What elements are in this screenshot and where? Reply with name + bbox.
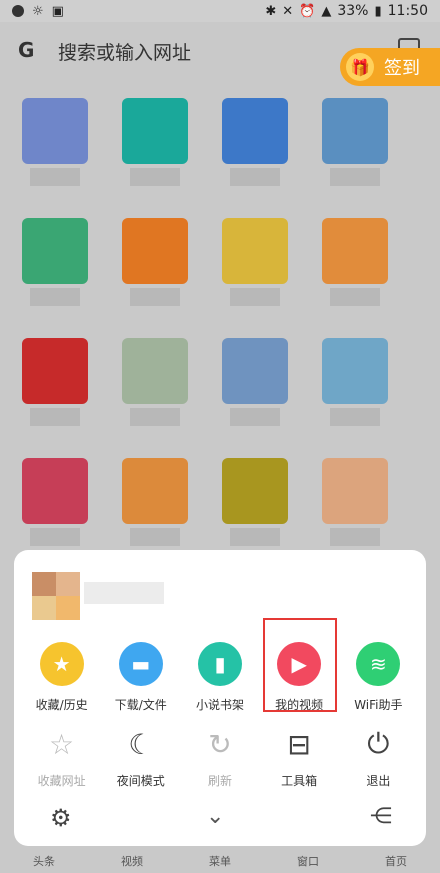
menu-item-downloads-files[interactable]: ▬ 下载/文件 <box>105 642 177 713</box>
shortcut-icon <box>122 218 188 284</box>
shortcut-tile[interactable] <box>222 338 288 428</box>
shortcut-label-placeholder <box>330 528 380 546</box>
shortcut-tile[interactable] <box>22 218 88 308</box>
menu-item-favorites-history[interactable]: ★ 收藏/历史 <box>26 642 98 713</box>
menu-footer: ⚙ ⌄ ⋲ <box>14 804 426 836</box>
menu-item-bookmark-url[interactable]: ☆ 收藏网址 <box>26 726 98 789</box>
shortcut-label-placeholder <box>30 528 80 546</box>
shortcut-label-placeholder <box>130 288 180 306</box>
chevron-down-icon[interactable]: ⌄ <box>206 804 224 829</box>
menu-item-refresh[interactable]: ↻ 刷新 <box>184 726 256 789</box>
shortcut-tile[interactable] <box>122 338 188 428</box>
shortcut-label-placeholder <box>230 168 280 186</box>
shortcut-label-placeholder <box>30 408 80 426</box>
folder-icon: ▬ <box>118 642 163 686</box>
shortcut-icon <box>322 98 388 164</box>
shortcut-icon <box>22 218 88 284</box>
shortcut-tile[interactable] <box>22 98 88 188</box>
power-icon: ⏻ <box>367 727 390 760</box>
bottom-nav: 头条 视频 菜单 窗口 首页 <box>0 848 440 873</box>
menu-panel: ★ 收藏/历史 ▬ 下载/文件 ▮ 小说书架 ▶ 我的视频 ≋ WiFi助手 ☆… <box>14 550 426 846</box>
wifi-icon: ≋ <box>356 642 401 686</box>
toolbox-icon: ⊟ <box>287 727 311 761</box>
menu-item-night-mode[interactable]: ☾ 夜间模式 <box>105 726 177 789</box>
gift-icon: 🎁 <box>346 53 374 81</box>
signal-icon: ▲ <box>321 3 332 19</box>
notification-dot-icon <box>12 5 24 17</box>
share-icon[interactable]: ⋲ <box>370 804 392 829</box>
shortcut-label-placeholder <box>330 168 380 186</box>
shortcut-icon <box>122 338 188 404</box>
status-bar: ☼ ▣ ✱ ✕ ⏰ ▲ 33% ▮ 11:50 <box>0 0 440 22</box>
battery-icon: ▮ <box>374 3 382 19</box>
clock: 11:50 <box>387 3 428 19</box>
shortcut-tile[interactable] <box>22 338 88 428</box>
search-engine-icon[interactable]: G <box>18 38 44 64</box>
moon-icon: ☾ <box>128 727 154 761</box>
shortcut-icon <box>22 98 88 164</box>
shortcut-tile[interactable] <box>122 458 188 548</box>
shortcut-label-placeholder <box>330 408 380 426</box>
shortcut-icon <box>222 218 288 284</box>
refresh-icon: ↻ <box>208 727 232 761</box>
shortcut-label-placeholder <box>30 288 80 306</box>
menu-item-wifi-assistant[interactable]: ≋ WiFi助手 <box>342 642 414 713</box>
shortcut-label-placeholder <box>30 168 80 186</box>
shortcut-icon <box>222 338 288 404</box>
signin-label: 签到 <box>384 58 420 79</box>
bluetooth-icon: ✱ <box>265 3 277 19</box>
highlight-box <box>263 618 337 712</box>
shortcut-icon <box>222 458 288 524</box>
battery-percent: 33% <box>337 3 369 19</box>
weather-icon: ☼ <box>32 3 44 19</box>
avatar[interactable] <box>32 572 80 620</box>
mute-icon: ✕ <box>282 3 294 19</box>
shortcut-label-placeholder <box>130 528 180 546</box>
shortcut-tile[interactable] <box>222 218 288 308</box>
shortcut-tile[interactable] <box>122 98 188 188</box>
menu-item-novel-shelf[interactable]: ▮ 小说书架 <box>184 642 256 713</box>
star-add-icon: ☆ <box>49 727 75 761</box>
menu-item-toolbox[interactable]: ⊟ 工具箱 <box>263 726 335 789</box>
shortcut-label-placeholder <box>230 288 280 306</box>
shortcut-icon <box>322 218 388 284</box>
shortcut-tile[interactable] <box>122 218 188 308</box>
nav-headlines[interactable]: 头条 <box>33 853 55 869</box>
shortcut-tile[interactable] <box>222 98 288 188</box>
nav-video[interactable]: 视频 <box>121 853 143 869</box>
settings-gear-icon[interactable]: ⚙ <box>50 804 72 832</box>
menu-row-secondary: ☆ 收藏网址 ☾ 夜间模式 ↻ 刷新 ⊟ 工具箱 ⏻ 退出 <box>14 726 426 789</box>
shortcut-icon <box>22 338 88 404</box>
shortcut-label-placeholder <box>230 408 280 426</box>
shortcut-label-placeholder <box>130 168 180 186</box>
alarm-icon: ⏰ <box>299 3 316 19</box>
shortcut-tile[interactable] <box>322 458 388 548</box>
book-icon: ▮ <box>197 642 242 686</box>
nav-home[interactable]: 首页 <box>385 853 407 869</box>
search-input[interactable]: 搜索或输入网址 <box>58 38 191 65</box>
shortcut-icon <box>322 338 388 404</box>
menu-row-primary: ★ 收藏/历史 ▬ 下载/文件 ▮ 小说书架 ▶ 我的视频 ≋ WiFi助手 <box>14 642 426 713</box>
shortcut-label-placeholder <box>130 408 180 426</box>
nav-windows[interactable]: 窗口 <box>297 853 319 869</box>
shortcut-icon <box>122 98 188 164</box>
username-placeholder[interactable] <box>84 582 164 604</box>
nav-menu[interactable]: 菜单 <box>209 853 231 869</box>
shortcut-tile[interactable] <box>322 338 388 428</box>
menu-item-exit[interactable]: ⏻ 退出 <box>342 726 414 789</box>
shortcut-tile[interactable] <box>322 98 388 188</box>
shortcut-tile[interactable] <box>222 458 288 548</box>
shortcut-label-placeholder <box>230 528 280 546</box>
shortcut-tile[interactable] <box>322 218 388 308</box>
shortcut-tile[interactable] <box>22 458 88 548</box>
shortcut-label-placeholder <box>330 288 380 306</box>
shortcut-icon <box>322 458 388 524</box>
shortcut-icon <box>122 458 188 524</box>
image-icon: ▣ <box>51 3 64 19</box>
shortcut-icon <box>222 98 288 164</box>
star-icon: ★ <box>39 642 84 686</box>
shortcut-icon <box>22 458 88 524</box>
signin-button[interactable]: 🎁 签到 <box>340 48 440 86</box>
